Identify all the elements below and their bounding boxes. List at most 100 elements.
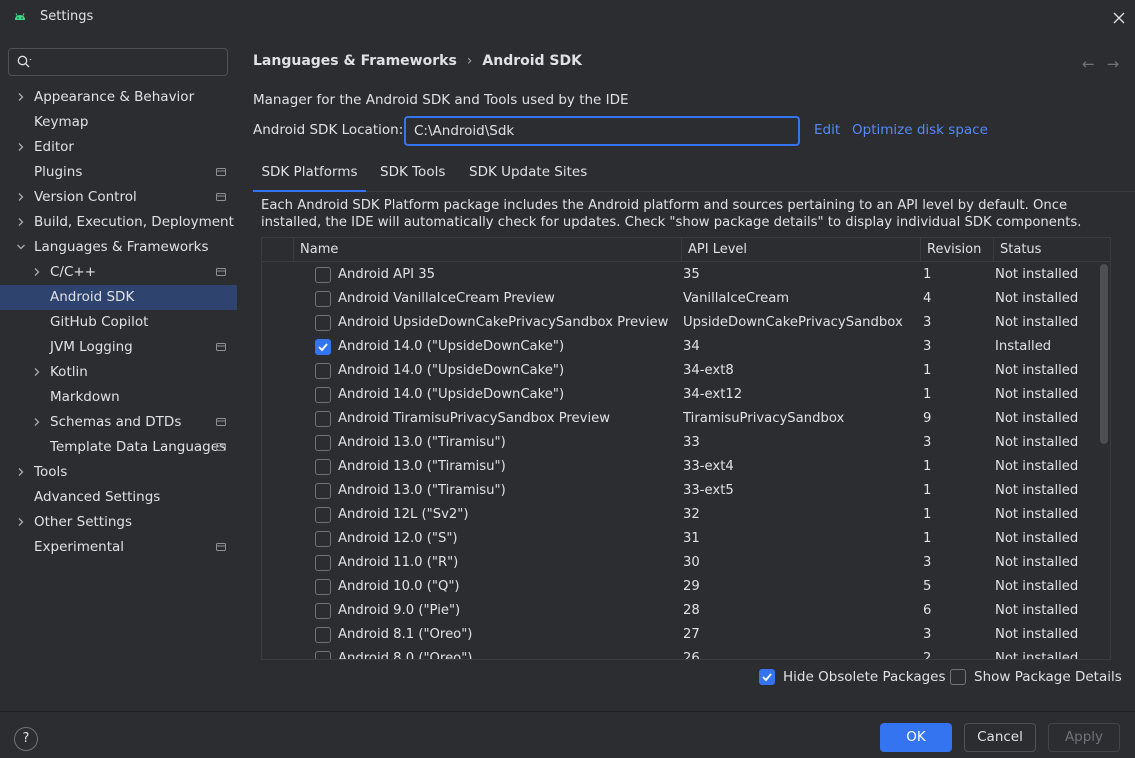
- edit-link[interactable]: Edit: [814, 122, 840, 138]
- table-row[interactable]: Android 14.0 ("UpsideDownCake") 34-ext12 1…: [262, 384, 1100, 408]
- sidebar-item-label: Other Settings: [34, 514, 132, 530]
- row-checkbox[interactable]: [315, 579, 331, 595]
- cell-status: Not installed: [995, 411, 1079, 426]
- chevron-right-icon[interactable]: [16, 192, 26, 202]
- chevron-right-icon[interactable]: [16, 92, 26, 102]
- chevron-right-icon[interactable]: [32, 267, 42, 277]
- table-row[interactable]: Android 13.0 ("Tiramisu") 33 3 Not installe…: [262, 432, 1100, 456]
- row-checkbox[interactable]: [315, 339, 331, 355]
- hide-obsolete-label[interactable]: Hide Obsolete Packages: [783, 669, 946, 685]
- chevron-right-icon[interactable]: [16, 517, 26, 527]
- table-row[interactable]: Android 9.0 ("Pie") 28 6 Not installed: [262, 600, 1100, 624]
- table-row[interactable]: Android TiramisuPrivacySandbox Preview Ti…: [262, 408, 1100, 432]
- sidebar-item[interactable]: Build, Execution, Deployment: [0, 210, 237, 235]
- table-row[interactable]: Android 12L ("Sv2") 32 1 Not installed: [262, 504, 1100, 528]
- chevron-right-icon[interactable]: [16, 217, 26, 227]
- forward-arrow-icon[interactable]: →: [1107, 55, 1120, 73]
- table-row[interactable]: Android 14.0 ("UpsideDownCake") 34 3 Instal…: [262, 336, 1100, 360]
- sidebar-item[interactable]: Tools: [0, 460, 237, 485]
- hide-obsolete-checkbox[interactable]: [759, 669, 775, 685]
- sidebar-item[interactable]: Template Data Languages: [0, 435, 237, 460]
- breadcrumb-parent[interactable]: Languages & Frameworks: [253, 53, 457, 69]
- show-package-details-label[interactable]: Show Package Details: [974, 669, 1122, 685]
- column-header-api-level[interactable]: API Level: [681, 238, 919, 262]
- sidebar-item[interactable]: Appearance & Behavior: [0, 85, 237, 110]
- sidebar-item[interactable]: Schemas and DTDs: [0, 410, 237, 435]
- column-header-revision[interactable]: Revision: [920, 238, 993, 262]
- sidebar-item[interactable]: Kotlin: [0, 360, 237, 385]
- row-checkbox[interactable]: [315, 435, 331, 451]
- sidebar-item[interactable]: Markdown: [0, 385, 237, 410]
- table-scrollbar[interactable]: [1100, 264, 1108, 444]
- sdk-location-field[interactable]: [404, 116, 800, 146]
- sidebar-item[interactable]: C/C++: [0, 260, 237, 285]
- breadcrumb-separator: ›: [466, 53, 473, 69]
- table-row[interactable]: Android 8.1 ("Oreo") 27 3 Not installed: [262, 624, 1100, 648]
- chevron-right-icon[interactable]: [32, 417, 42, 427]
- table-row[interactable]: Android UpsideDownCakePrivacySandbox Pre…: [262, 312, 1100, 336]
- sidebar-item[interactable]: JVM Logging: [0, 335, 237, 360]
- help-button[interactable]: ?: [14, 727, 38, 751]
- row-checkbox[interactable]: [315, 387, 331, 403]
- sidebar-item[interactable]: Plugins: [0, 160, 237, 185]
- project-level-icon: [216, 343, 226, 351]
- show-package-details-checkbox[interactable]: [950, 669, 966, 685]
- cell-status: Not installed: [995, 531, 1079, 546]
- sidebar-item[interactable]: Languages & Frameworks: [0, 235, 237, 260]
- table-row[interactable]: Android 12.0 ("S") 31 1 Not installed: [262, 528, 1100, 552]
- tab-sdk-tools[interactable]: SDK Tools: [380, 155, 445, 192]
- cell-revision: 1: [923, 459, 932, 474]
- ok-button[interactable]: OK: [880, 723, 952, 752]
- row-checkbox[interactable]: [315, 507, 331, 523]
- apply-button[interactable]: Apply: [1048, 723, 1120, 752]
- sidebar-item[interactable]: Other Settings: [0, 510, 237, 535]
- cell-status: Not installed: [995, 363, 1079, 378]
- sidebar-item[interactable]: Keymap: [0, 110, 237, 135]
- row-checkbox[interactable]: [315, 651, 331, 659]
- row-checkbox[interactable]: [315, 555, 331, 571]
- search-box[interactable]: [8, 48, 228, 76]
- sidebar-item[interactable]: Version Control: [0, 185, 237, 210]
- table-row[interactable]: Android 13.0 ("Tiramisu") 33-ext4 1 Not ins…: [262, 456, 1100, 480]
- table-row[interactable]: Android VanillaIceCream Preview VanillaIc…: [262, 288, 1100, 312]
- table-row[interactable]: Android 13.0 ("Tiramisu") 33-ext5 1 Not ins…: [262, 480, 1100, 504]
- cell-revision: 1: [923, 483, 932, 498]
- row-checkbox[interactable]: [315, 363, 331, 379]
- sidebar-item[interactable]: Advanced Settings: [0, 485, 237, 510]
- chevron-down-icon[interactable]: [16, 242, 26, 252]
- close-icon[interactable]: [1109, 8, 1129, 28]
- chevron-right-icon[interactable]: [16, 142, 26, 152]
- row-checkbox[interactable]: [315, 411, 331, 427]
- back-arrow-icon[interactable]: ←: [1082, 55, 1095, 73]
- row-checkbox[interactable]: [315, 627, 331, 643]
- chevron-right-icon[interactable]: [32, 367, 42, 377]
- row-checkbox[interactable]: [315, 483, 331, 499]
- sidebar-item-label: Plugins: [34, 164, 83, 180]
- sidebar-item[interactable]: GitHub Copilot: [0, 310, 237, 335]
- tab-sdk-update-sites[interactable]: SDK Update Sites: [469, 155, 587, 192]
- cell-name: Android UpsideDownCakePrivacySandbox Pre…: [338, 315, 669, 330]
- optimize-disk-space-link[interactable]: Optimize disk space: [852, 122, 988, 138]
- row-checkbox[interactable]: [315, 459, 331, 475]
- column-header-name[interactable]: Name: [293, 238, 679, 262]
- table-row[interactable]: Android 14.0 ("UpsideDownCake") 34-ext8 1 N…: [262, 360, 1100, 384]
- column-header-status[interactable]: Status: [993, 238, 1110, 262]
- cancel-button[interactable]: Cancel: [964, 723, 1036, 752]
- chevron-right-icon[interactable]: [16, 467, 26, 477]
- table-row[interactable]: Android API 35 35 1 Not installed: [262, 264, 1100, 288]
- row-checkbox[interactable]: [315, 267, 331, 283]
- row-checkbox[interactable]: [315, 531, 331, 547]
- table-row[interactable]: Android 11.0 ("R") 30 3 Not installed: [262, 552, 1100, 576]
- sidebar-item-label: Kotlin: [50, 364, 88, 380]
- row-checkbox[interactable]: [315, 315, 331, 331]
- cell-api: 33-ext4: [683, 459, 734, 474]
- sidebar-item[interactable]: Experimental: [0, 535, 237, 560]
- table-row[interactable]: Android 8.0 ("Oreo") 26 2 Not installed: [262, 648, 1100, 659]
- search-input[interactable]: [37, 54, 217, 70]
- tab-sdk-platforms[interactable]: SDK Platforms: [253, 155, 366, 192]
- table-row[interactable]: Android 10.0 ("Q") 29 5 Not installed: [262, 576, 1100, 600]
- row-checkbox[interactable]: [315, 603, 331, 619]
- sidebar-item[interactable]: Android SDK: [0, 285, 237, 310]
- row-checkbox[interactable]: [315, 291, 331, 307]
- sidebar-item[interactable]: Editor: [0, 135, 237, 160]
